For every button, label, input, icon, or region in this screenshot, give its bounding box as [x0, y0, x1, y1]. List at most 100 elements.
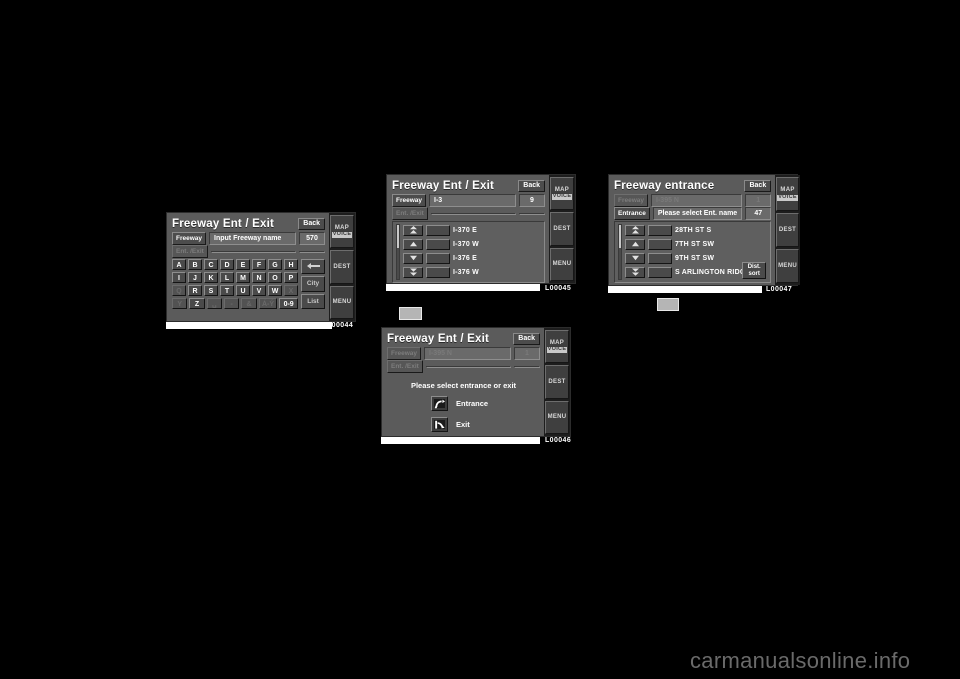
- back-button[interactable]: Back: [744, 179, 772, 193]
- dest-button[interactable]: DEST: [776, 213, 799, 247]
- map-voice-button[interactable]: MAP VOICE: [545, 330, 569, 364]
- key-numbers[interactable]: 0-9: [279, 298, 298, 309]
- dist-sort-button[interactable]: Dist. sort: [742, 262, 767, 279]
- map-button-label: MAP: [780, 187, 795, 194]
- key-o[interactable]: O: [268, 272, 282, 283]
- ent-exit-count: [519, 212, 545, 215]
- entrance-name-input[interactable]: Please select Ent. name: [652, 207, 743, 220]
- key-m[interactable]: M: [236, 272, 250, 283]
- key-u[interactable]: U: [236, 285, 250, 296]
- menu-button[interactable]: MENU: [776, 249, 799, 283]
- list-button[interactable]: List: [301, 293, 325, 309]
- scroll-down-button[interactable]: [625, 252, 645, 264]
- key-e[interactable]: E: [236, 259, 250, 270]
- freeway-tag: Freeway: [387, 347, 422, 360]
- key-k[interactable]: K: [204, 272, 218, 283]
- dest-button[interactable]: DEST: [550, 212, 574, 246]
- list-item[interactable]: 28TH ST S: [625, 224, 767, 236]
- select-button[interactable]: [648, 252, 672, 264]
- key-l[interactable]: L: [220, 272, 234, 283]
- ent-exit-input: [425, 365, 511, 368]
- select-button[interactable]: [426, 252, 450, 264]
- select-button[interactable]: [648, 266, 672, 278]
- key-i[interactable]: I: [172, 272, 186, 283]
- key-h[interactable]: H: [284, 259, 298, 270]
- scrollbar-thumb[interactable]: [619, 225, 621, 248]
- backspace-button[interactable]: [301, 259, 325, 275]
- scroll-to-top-button[interactable]: [625, 224, 645, 236]
- freeway-tag[interactable]: Freeway: [392, 194, 427, 207]
- key-c[interactable]: C: [204, 259, 218, 270]
- freeway-name-input[interactable]: Input Freeway name: [209, 232, 296, 245]
- key-j[interactable]: J: [188, 272, 202, 283]
- back-button[interactable]: Back: [518, 179, 545, 193]
- scrollbar-thumb[interactable]: [397, 225, 399, 248]
- key-g[interactable]: G: [268, 259, 282, 270]
- list-item[interactable]: I-370 E: [403, 224, 541, 236]
- list-item-label: I-376 W: [453, 268, 479, 276]
- exit-ramp-icon: [431, 417, 448, 432]
- key-s[interactable]: S: [204, 285, 218, 296]
- key-b[interactable]: B: [188, 259, 202, 270]
- list-item[interactable]: I-376 W: [403, 266, 541, 278]
- key-f[interactable]: F: [252, 259, 266, 270]
- scroll-down-button[interactable]: [403, 252, 423, 264]
- key-n[interactable]: N: [252, 272, 266, 283]
- keyboard-row: A B C D E F G H: [172, 259, 298, 270]
- list-scrollbar[interactable]: [618, 224, 622, 280]
- figure-keyboard: Freeway Ent / Exit Back Freeway Input Fr…: [166, 212, 356, 322]
- nav-screen-entrance-list: Freeway entrance Back Freeway I-395 N 1 …: [608, 174, 800, 286]
- scroll-up-button[interactable]: [403, 238, 423, 250]
- list-item[interactable]: 7TH ST SW: [625, 238, 767, 250]
- list-rows: I-370 E I-370 W I-376 E I-376 W: [403, 224, 541, 280]
- key-p[interactable]: P: [284, 272, 298, 283]
- scroll-to-bottom-button[interactable]: [625, 266, 645, 278]
- freeway-tag: Freeway: [614, 194, 649, 207]
- key-w[interactable]: W: [268, 285, 282, 296]
- key-ampersand: &: [241, 298, 257, 309]
- key-v[interactable]: V: [252, 285, 266, 296]
- map-voice-button[interactable]: MAP VOICE: [550, 177, 574, 211]
- result-list: I-370 E I-370 W I-376 E I-376 W: [392, 221, 545, 283]
- select-button[interactable]: [648, 238, 672, 250]
- keycap-marker: [399, 307, 422, 320]
- map-voice-button[interactable]: MAP VOICE: [330, 215, 354, 249]
- figure-leader-bar: [386, 284, 540, 291]
- entrance-tag[interactable]: Entrance: [614, 207, 650, 220]
- screen-body: Freeway Ent / Exit Back Freeway I-395 N …: [382, 328, 544, 436]
- dest-button[interactable]: DEST: [545, 365, 569, 399]
- select-button[interactable]: [426, 238, 450, 250]
- menu-button[interactable]: MENU: [550, 247, 574, 281]
- list-item[interactable]: I-376 E: [403, 252, 541, 264]
- key-d[interactable]: D: [220, 259, 234, 270]
- map-voice-button[interactable]: MAP VOICE: [776, 177, 799, 211]
- key-t[interactable]: T: [220, 285, 234, 296]
- scroll-to-bottom-button[interactable]: [403, 266, 423, 278]
- menu-button[interactable]: MENU: [330, 285, 354, 319]
- list-item-label: I-370 E: [453, 226, 477, 234]
- back-button[interactable]: Back: [298, 217, 325, 231]
- back-button[interactable]: Back: [513, 332, 540, 346]
- city-button[interactable]: City: [301, 276, 325, 292]
- figure-code: L00046: [545, 437, 572, 444]
- menu-button[interactable]: MENU: [545, 400, 569, 434]
- select-button[interactable]: [426, 266, 450, 278]
- select-button[interactable]: [648, 224, 672, 236]
- key-r[interactable]: R: [188, 285, 202, 296]
- list-scrollbar[interactable]: [396, 224, 400, 280]
- key-z[interactable]: Z: [189, 298, 205, 309]
- freeway-tag[interactable]: Freeway: [172, 232, 207, 245]
- exit-choice[interactable]: Exit: [431, 417, 540, 432]
- entrance-choice[interactable]: Entrance: [431, 396, 540, 411]
- select-button[interactable]: [426, 224, 450, 236]
- freeway-match-count: 570: [299, 232, 325, 245]
- figure-code: L00047: [766, 286, 793, 293]
- scroll-to-top-button[interactable]: [403, 224, 423, 236]
- key-a[interactable]: A: [172, 259, 186, 270]
- dest-button[interactable]: DEST: [330, 250, 354, 284]
- freeway-name-input[interactable]: I-3: [429, 194, 516, 207]
- scroll-up-button[interactable]: [625, 238, 645, 250]
- voice-button-label: VOICE: [331, 231, 353, 239]
- list-item[interactable]: I-370 W: [403, 238, 541, 250]
- figure-code: L00044: [327, 322, 354, 329]
